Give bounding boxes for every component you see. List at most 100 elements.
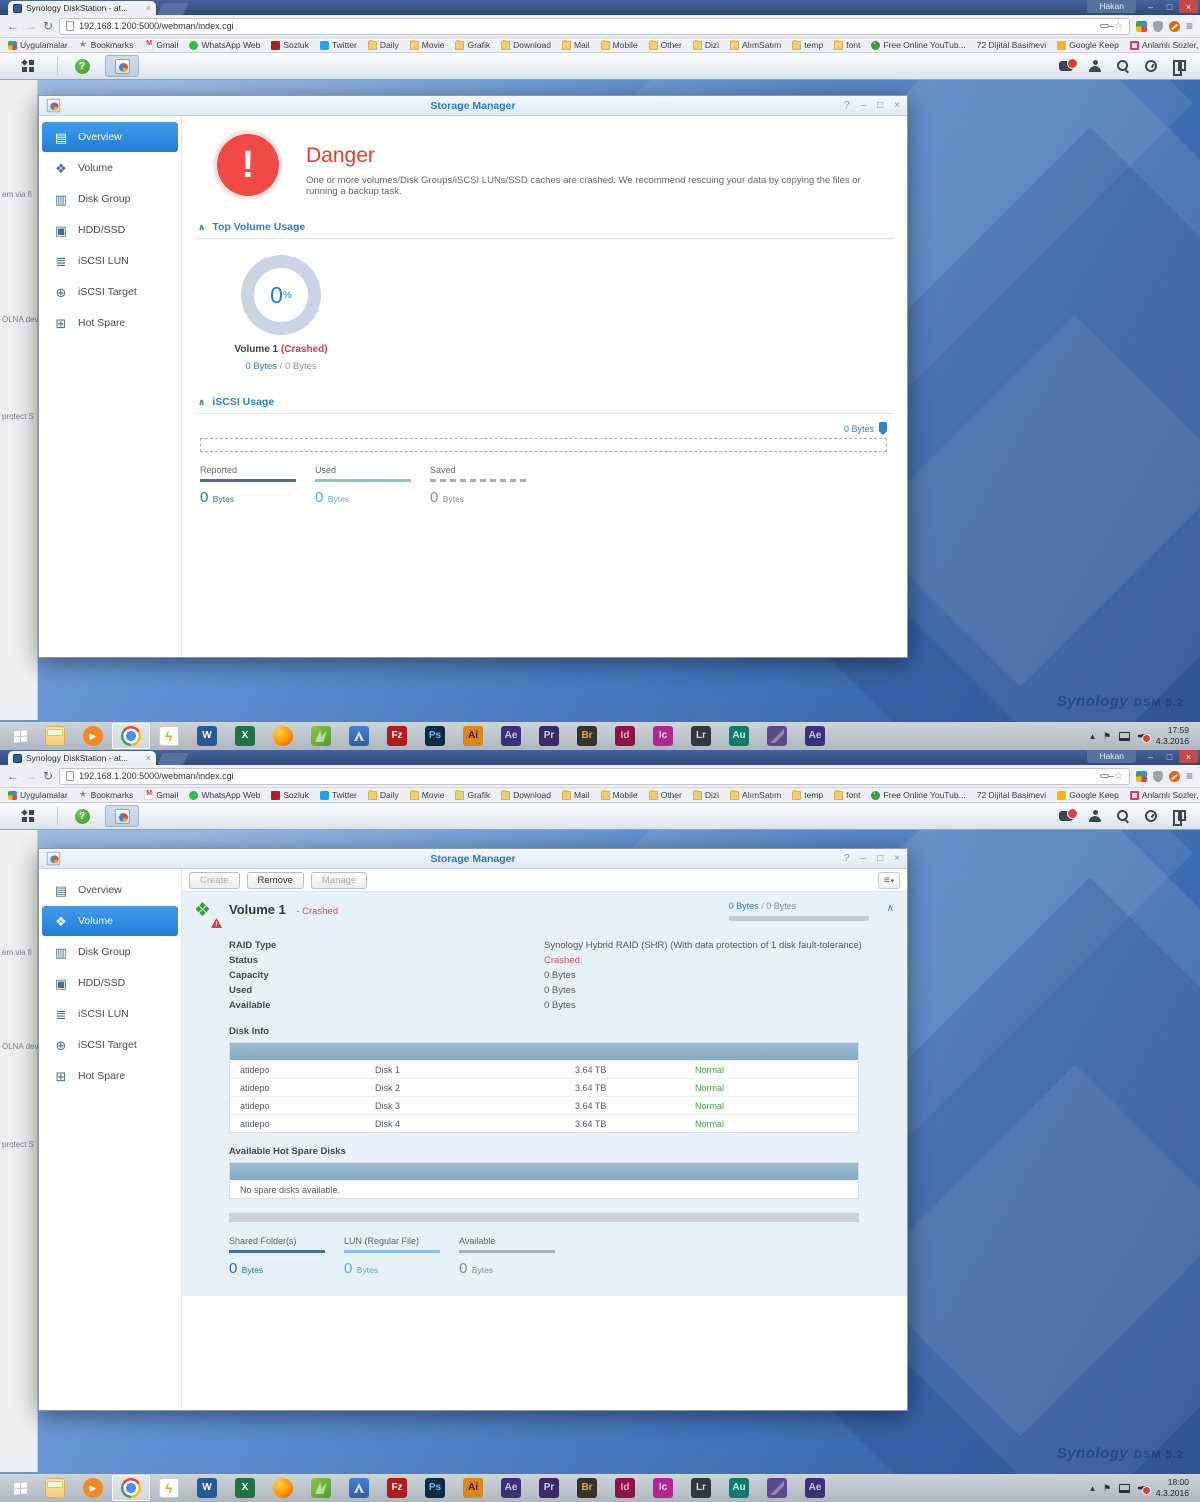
bookmark-item[interactable]: Free Online YouTub... bbox=[871, 40, 965, 50]
chrome-menu-icon[interactable]: ≡ bbox=[1186, 769, 1193, 783]
sidebar-item[interactable]: ▥ Disk Group bbox=[42, 184, 178, 214]
extension-orange-icon[interactable] bbox=[1169, 771, 1180, 782]
back-icon[interactable]: ← bbox=[7, 770, 19, 782]
bookmark-item[interactable]: font bbox=[834, 790, 860, 800]
storage-manager-task-button[interactable] bbox=[105, 805, 139, 827]
bookmark-item[interactable]: Gmail bbox=[144, 40, 178, 50]
notifications-icon[interactable] bbox=[1059, 61, 1073, 71]
sidebar-item[interactable]: ❖ Volume bbox=[42, 906, 178, 936]
tray-clock[interactable]: 17:59 4.3.2016 bbox=[1156, 725, 1189, 746]
tray-expand-icon[interactable]: ▴ bbox=[1090, 1484, 1095, 1493]
taskbar-app-button[interactable]: Ps bbox=[416, 723, 454, 749]
storage-manager-titlebar[interactable]: Storage Manager ? – □ × bbox=[39, 96, 907, 116]
profile-button[interactable]: Hakan bbox=[1087, 750, 1136, 763]
help-button[interactable]: ? bbox=[64, 56, 100, 77]
taskbar-app-button[interactable]: Id bbox=[606, 723, 644, 749]
taskbar-app-button[interactable]: Id bbox=[606, 1475, 644, 1501]
bookmark-item[interactable]: Download bbox=[501, 790, 551, 800]
back-icon[interactable]: ← bbox=[7, 20, 19, 32]
bookmark-item[interactable]: Movie bbox=[410, 790, 445, 800]
maximize-button[interactable]: □ bbox=[877, 853, 883, 864]
user-icon[interactable] bbox=[1089, 60, 1101, 72]
sidebar-item[interactable]: ≣ iSCSI LUN bbox=[42, 246, 178, 276]
close-button[interactable]: × bbox=[894, 853, 900, 864]
start-button[interactable] bbox=[4, 723, 36, 749]
taskbar-app-button[interactable]: Pr bbox=[530, 1475, 568, 1501]
table-row[interactable]: atidepo Disk 2 3.64 TB Normal bbox=[230, 1078, 858, 1096]
bookmark-item[interactable]: 72 Dijital Basimevi bbox=[977, 790, 1046, 800]
extension-shield-icon[interactable] bbox=[1153, 21, 1163, 32]
main-menu-button[interactable] bbox=[10, 56, 46, 77]
taskbar-app-button[interactable]: Pr bbox=[530, 723, 568, 749]
storage-manager-task-button[interactable] bbox=[105, 55, 139, 77]
extension-orange-icon[interactable] bbox=[1169, 21, 1180, 32]
toolbar-button[interactable]: Create bbox=[189, 872, 240, 889]
bookmark-item[interactable]: Twitter bbox=[320, 790, 357, 800]
bookmark-item[interactable]: Mail bbox=[562, 40, 590, 50]
taskbar-app-button[interactable]: Ae bbox=[796, 1475, 834, 1501]
bookmark-item[interactable]: Download bbox=[501, 40, 551, 50]
sidebar-item[interactable]: ▣ HDD/SSD bbox=[42, 968, 178, 998]
taskbar-app-button[interactable]: Fz bbox=[378, 723, 416, 749]
bookmark-item[interactable]: Daily bbox=[368, 790, 399, 800]
bookmark-item[interactable]: Bookmarks bbox=[79, 790, 134, 800]
bookmark-item[interactable]: Gmail bbox=[144, 790, 178, 800]
key-icon[interactable] bbox=[1100, 774, 1109, 778]
widgets-icon[interactable] bbox=[1173, 60, 1186, 72]
table-row[interactable]: atidepo Disk 1 3.64 TB Normal bbox=[230, 1060, 858, 1078]
minimize-button[interactable]: – bbox=[1141, 0, 1160, 13]
taskbar-app-button[interactable] bbox=[36, 723, 74, 749]
minimize-button[interactable]: – bbox=[1141, 750, 1160, 763]
network-icon[interactable] bbox=[1119, 1484, 1130, 1493]
forward-icon[interactable]: → bbox=[25, 770, 37, 782]
taskbar-app-button[interactable]: X bbox=[226, 1475, 264, 1501]
taskbar-app-button[interactable]: Lr bbox=[682, 723, 720, 749]
bookmark-item[interactable]: Free Online YouTub... bbox=[871, 790, 965, 800]
minimize-button[interactable]: – bbox=[861, 100, 867, 111]
extension-dice-icon[interactable] bbox=[1136, 21, 1147, 32]
network-icon[interactable] bbox=[1119, 732, 1130, 741]
taskbar-app-button[interactable] bbox=[264, 1475, 302, 1501]
sidebar-item[interactable]: ⊕ iSCSI Target bbox=[42, 1030, 178, 1060]
bookmark-item[interactable]: Google Keep bbox=[1057, 40, 1119, 50]
bookmark-item[interactable]: AlımSatım bbox=[730, 40, 781, 50]
taskbar-app-button[interactable] bbox=[340, 723, 378, 749]
taskbar-app-button[interactable]: Ic bbox=[644, 1475, 682, 1501]
reload-icon[interactable]: ↻ bbox=[43, 770, 53, 782]
taskbar-app-button[interactable]: Au bbox=[720, 723, 758, 749]
taskbar-app-button[interactable] bbox=[758, 723, 796, 749]
browser-tab[interactable]: Synology DiskStation - at... × bbox=[8, 751, 156, 765]
taskbar-app-button[interactable]: X bbox=[226, 723, 264, 749]
action-center-flag-icon[interactable]: ⚑ bbox=[1103, 1484, 1111, 1493]
table-row[interactable]: atidepo Disk 4 3.64 TB Normal bbox=[230, 1114, 858, 1132]
taskbar-app-button[interactable]: W bbox=[188, 723, 226, 749]
volume-muted-icon[interactable] bbox=[1138, 1484, 1148, 1493]
taskbar-app-button[interactable] bbox=[112, 1475, 150, 1501]
taskbar-app-button[interactable] bbox=[758, 1475, 796, 1501]
collapse-icon[interactable]: ∧ bbox=[198, 397, 205, 408]
search-icon[interactable] bbox=[1117, 60, 1129, 72]
taskbar-app-button[interactable] bbox=[264, 723, 302, 749]
collapse-icon[interactable]: ∧ bbox=[198, 222, 205, 233]
taskbar-app-button[interactable]: W bbox=[188, 1475, 226, 1501]
address-bar[interactable]: 192.168.1.200:5000/webman/index.cgi ☆ bbox=[59, 18, 1130, 35]
taskbar-app-button[interactable]: Ae bbox=[796, 723, 834, 749]
search-icon[interactable] bbox=[1117, 810, 1129, 822]
help-button[interactable]: ? bbox=[64, 806, 100, 827]
sort-button[interactable]: ≡▾ bbox=[878, 872, 900, 889]
maximize-button[interactable]: □ bbox=[877, 100, 883, 111]
bookmark-item[interactable]: Grafik bbox=[455, 40, 490, 50]
taskbar-app-button[interactable]: Ae bbox=[492, 1475, 530, 1501]
table-row[interactable]: atidepo Disk 3 3.64 TB Normal bbox=[230, 1096, 858, 1114]
notifications-icon[interactable] bbox=[1059, 811, 1073, 821]
start-button[interactable] bbox=[4, 1475, 36, 1501]
taskbar-app-button[interactable] bbox=[302, 1475, 340, 1501]
taskbar-app-button[interactable]: Br bbox=[568, 1475, 606, 1501]
section-top-volume-usage[interactable]: ∧ Top Volume Usage bbox=[198, 221, 893, 233]
extension-dice-icon[interactable] bbox=[1136, 771, 1147, 782]
taskbar-app-button[interactable]: Ic bbox=[644, 723, 682, 749]
taskbar-app-button[interactable]: Ae bbox=[492, 723, 530, 749]
bookmark-star-icon[interactable]: ☆ bbox=[1114, 771, 1123, 782]
widgets-icon[interactable] bbox=[1173, 810, 1186, 822]
reload-icon[interactable]: ↻ bbox=[43, 20, 53, 32]
